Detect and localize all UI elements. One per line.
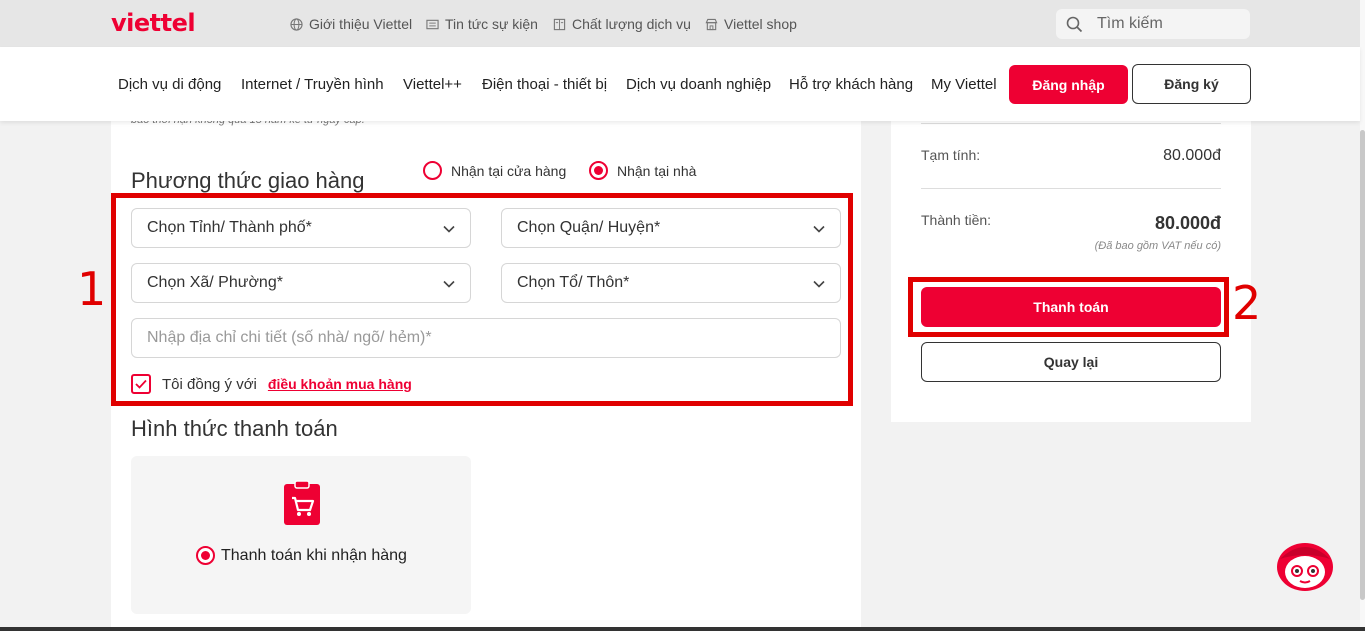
radio-pickup-store[interactable]: Nhận tại cửa hàng: [423, 161, 566, 180]
shopping-cart-icon: [284, 480, 320, 525]
nav-item-enterprise[interactable]: Dịch vụ doanh nghiệp: [626, 76, 771, 93]
nav-item-mobile[interactable]: Dịch vụ di động: [118, 76, 221, 93]
top-link-label: Tin tức sự kiện: [445, 16, 538, 32]
delivery-method-title: Phương thức giao hàng: [131, 168, 365, 193]
store-icon: [705, 18, 718, 30]
annotation-box-1: [111, 193, 853, 406]
top-link-label: Viettel shop: [724, 16, 797, 32]
globe-icon: [290, 17, 303, 31]
top-link-shop[interactable]: Viettel shop: [705, 16, 797, 32]
total-value: 80.000đ: [1154, 213, 1221, 233]
radio-cod[interactable]: Thanh toán khi nhận hàng: [196, 546, 407, 565]
nav-item-support[interactable]: Hỗ trợ khách hàng: [789, 76, 913, 93]
radio-selected-icon: [589, 161, 608, 180]
annotation-box-2: [908, 277, 1229, 337]
search-placeholder: Tìm kiếm: [1097, 15, 1163, 32]
divider: [921, 188, 1221, 189]
main-nav: Dịch vụ di động Internet / Truyền hình V…: [0, 47, 1360, 121]
total-label: Thành tiền:: [921, 212, 992, 228]
search-box[interactable]: Tìm kiếm: [1056, 9, 1250, 39]
top-link-news[interactable]: Tin tức sự kiện: [426, 16, 538, 32]
back-button[interactable]: Quay lại: [921, 342, 1221, 382]
nav-item-internet[interactable]: Internet / Truyền hình: [241, 76, 384, 93]
login-button[interactable]: Đăng nhập: [1009, 65, 1128, 104]
divider: [921, 123, 1221, 124]
top-link-about[interactable]: Giới thiệu Viettel: [290, 16, 412, 32]
vat-note: (Đã bao gồm VAT nếu có): [1094, 240, 1221, 252]
radio-selected-icon: [196, 546, 215, 565]
nav-item-viettel-plus[interactable]: Viettel++: [403, 76, 462, 93]
payment-method-title: Hình thức thanh toán: [131, 416, 338, 441]
payment-option-card[interactable]: Thanh toán khi nhận hàng: [131, 456, 471, 614]
payment-option-label: Thanh toán khi nhận hàng: [221, 546, 407, 564]
radio-label: Nhận tại cửa hàng: [451, 162, 567, 179]
top-link-label: Chất lượng dịch vụ: [572, 16, 691, 32]
subtotal-label: Tạm tính:: [921, 147, 981, 163]
radio-unselected-icon: [423, 161, 442, 180]
scrollbar-thumb[interactable]: [1360, 130, 1365, 600]
top-link-quality[interactable]: Chất lượng dịch vụ: [553, 16, 691, 32]
top-utility-bar: viettel Giới thiệu Viettel Tin tức sự ki…: [0, 0, 1365, 47]
nav-item-my-viettel[interactable]: My Viettel: [931, 76, 997, 93]
search-icon: [1066, 16, 1083, 32]
annotation-number-2: 2: [1232, 276, 1262, 330]
annotation-number-1: 1: [77, 262, 107, 316]
register-button[interactable]: Đăng ký: [1132, 64, 1251, 104]
subtotal-value: 80.000đ: [1163, 147, 1221, 164]
chatbot-mascot-icon[interactable]: [1272, 537, 1338, 593]
radio-home-delivery[interactable]: Nhận tại nhà: [589, 161, 696, 180]
book-icon: [553, 18, 566, 30]
viettel-logo[interactable]: viettel: [111, 9, 196, 37]
top-link-label: Giới thiệu Viettel: [309, 16, 413, 32]
nav-item-devices[interactable]: Điện thoại - thiết bị: [482, 76, 607, 93]
newspaper-icon: [426, 19, 439, 29]
taskbar-edge: [0, 627, 1365, 631]
radio-label: Nhận tại nhà: [617, 162, 697, 179]
